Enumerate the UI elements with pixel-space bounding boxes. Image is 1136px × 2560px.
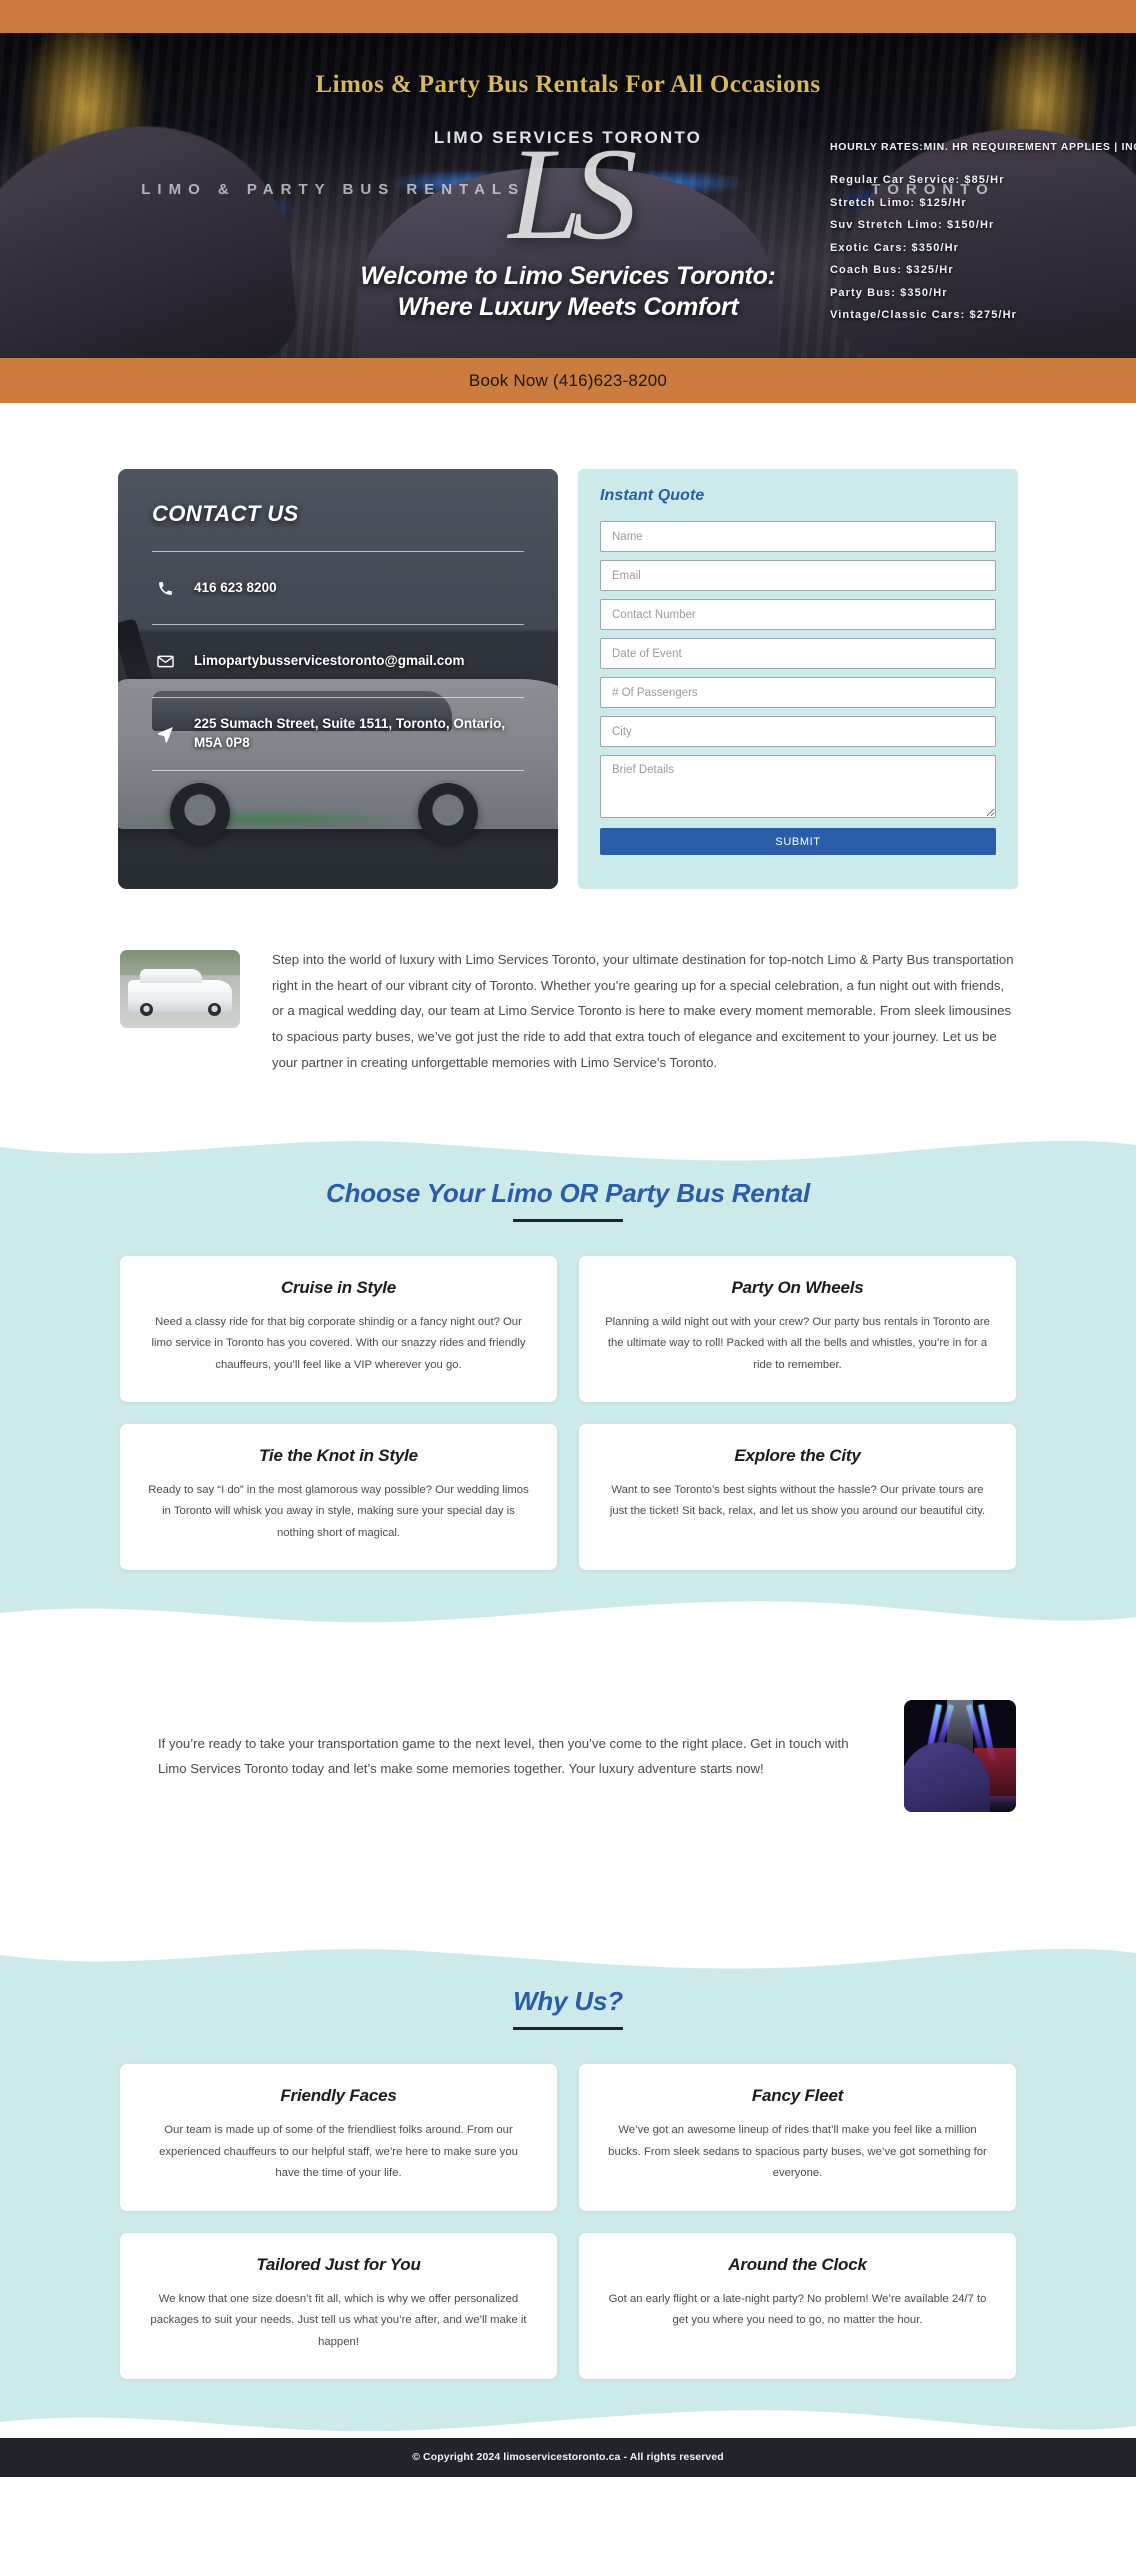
quote-brief-details-textarea[interactable]	[600, 755, 996, 818]
choose-rental-section: Choose Your Limo OR Party Bus Rental Cru…	[0, 1132, 1136, 1630]
why-us-card-title: Fancy Fleet	[751, 2086, 844, 2106]
quote-email-input[interactable]	[600, 560, 996, 591]
site-footer: © Copyright 2024 limoservicestoronto.ca …	[0, 2437, 1136, 2478]
phone-icon	[152, 580, 178, 597]
why-us-card: Around the Clock Got an early flight or …	[579, 2232, 1016, 2380]
copyright-text: © Copyright 2024 limoservicestoronto.ca …	[412, 2451, 724, 2464]
rate-item: Regular Car Service: $85/Hr	[830, 174, 1005, 186]
wave-bottom-divider	[0, 1591, 1136, 1630]
quote-date-of-event-input[interactable]	[600, 638, 996, 669]
cta-paragraph: If you’re ready to take your transportat…	[158, 1735, 849, 1777]
why-us-section: Why Us? Friendly Faces Our team is made …	[0, 1941, 1136, 2439]
white-stretch-limo-image	[120, 950, 240, 1028]
why-us-card: Tailored Just for You We know that one s…	[120, 2232, 557, 2380]
hourly-rates-panel: HOURLY RATES:MIN. HR REQUIREMENT APPLIES…	[816, 141, 1136, 332]
why-us-card-body: We’ve got an awesome lineup of rides tha…	[608, 2124, 987, 2180]
contact-and-quote-section: CONTACT US 416 623 8200 Limopartybusserv…	[0, 403, 1136, 889]
rate-item: Party Bus: $350/Hr	[830, 286, 948, 299]
wheel-decor	[208, 1003, 221, 1016]
book-now-label: Book Now (416)623-8200	[468, 370, 668, 390]
contact-us-title: CONTACT US	[152, 501, 299, 526]
contact-divider	[152, 770, 524, 771]
contact-phone-value: 416 623 8200	[194, 579, 277, 595]
hero-banner: Limos & Party Bus Rentals For All Occasi…	[0, 33, 1136, 358]
contact-email-value: Limopartybusservicestoronto@gmail.com	[194, 652, 465, 668]
choose-rental-card-grid: Cruise in Style Need a classy ride for t…	[0, 1222, 1136, 1571]
contact-us-card: CONTACT US 416 623 8200 Limopartybusserv…	[118, 469, 558, 889]
why-us-card-body: We know that one size doesn’t fit all, w…	[150, 2292, 527, 2348]
why-us-card-body: Our team is made up of some of the frien…	[159, 2124, 518, 2180]
choose-card: Explore the City Want to see Toronto’s b…	[579, 1424, 1016, 1571]
envelope-icon	[152, 652, 178, 671]
quote-submit-button[interactable]: SUBMIT	[600, 828, 996, 855]
intro-paragraph: Step into the world of luxury with Limo …	[272, 952, 1014, 1070]
party-bus-interior-image	[904, 1700, 1016, 1813]
book-now-bar[interactable]: Book Now (416)623-8200	[0, 358, 1136, 403]
rate-item: Vintage/Classic Cars: $275/Hr	[830, 309, 1018, 321]
contact-address-value: 225 Sumach Street, Suite 1511, Toronto, …	[194, 716, 506, 750]
hero-tagline: Limos & Party Bus Rentals For All Occasi…	[315, 71, 821, 98]
why-us-card-title: Around the Clock	[728, 2254, 867, 2274]
why-us-card: Friendly Faces Our team is made up of so…	[120, 2064, 557, 2211]
why-us-card-title: Tailored Just for You	[256, 2254, 421, 2274]
choose-card-title: Explore the City	[734, 1446, 861, 1466]
quote-contact-number-input[interactable]	[600, 599, 996, 630]
why-us-card-title: Friendly Faces	[280, 2086, 397, 2106]
wave-top-divider	[0, 1941, 1136, 1980]
why-us-card: Fancy Fleet We’ve got an awesome lineup …	[579, 2064, 1016, 2211]
quote-passengers-input[interactable]	[600, 677, 996, 708]
contact-card-content: CONTACT US 416 623 8200 Limopartybusserv…	[118, 469, 558, 889]
quote-city-input[interactable]	[600, 716, 996, 747]
cta-section: If you’re ready to take your transportat…	[0, 1628, 1136, 1885]
rate-item: Coach Bus: $325/Hr	[830, 264, 954, 276]
contact-email-row[interactable]: Limopartybusservicestoronto@gmail.com	[152, 625, 524, 697]
rates-heading: HOURLY RATES:MIN. HR REQUIREMENT APPLIES…	[830, 141, 1136, 153]
choose-card-title: Cruise in Style	[280, 1277, 397, 1297]
why-us-title: Why Us?	[513, 1986, 623, 2017]
choose-card: Cruise in Style Need a classy ride for t…	[120, 1255, 557, 1403]
choose-card-body: Want to see Toronto’s best sights withou…	[609, 1484, 986, 1518]
rate-item: Suv Stretch Limo: $150/Hr	[830, 219, 995, 231]
hero-subbrand-left: LIMO & PARTY BUS RENTALS	[141, 181, 526, 198]
instant-quote-title: Instant Quote	[600, 487, 705, 504]
location-arrow-icon	[152, 725, 178, 744]
choose-rental-title: Choose Your Limo OR Party Bus Rental	[326, 1177, 810, 1208]
rate-item: Exotic Cars: $350/Hr	[830, 241, 959, 254]
choose-card-body: Planning a wild night out with your crew…	[605, 1315, 990, 1371]
choose-card: Party On Wheels Planning a wild night ou…	[579, 1255, 1016, 1403]
why-us-card-body: Got an early flight or a late-night part…	[608, 2292, 987, 2327]
instant-quote-card: Instant Quote SUBMIT	[578, 469, 1018, 889]
choose-card-body: Ready to say “I do” in the most glamorou…	[148, 1484, 529, 1539]
why-us-card-grid: Friendly Faces Our team is made up of so…	[0, 2030, 1136, 2380]
contact-phone-row[interactable]: 416 623 8200	[152, 552, 524, 624]
choose-card-body: Need a classy ride for that big corporat…	[151, 1315, 526, 1371]
wave-top-divider	[0, 1132, 1136, 1171]
choose-card-title: Party On Wheels	[731, 1277, 864, 1297]
choose-card: Tie the Knot in Style Ready to say “I do…	[120, 1424, 557, 1571]
wheel-decor	[140, 1003, 153, 1016]
rate-item: Stretch Limo: $125/Hr	[830, 196, 967, 209]
intro-section: Step into the world of luxury with Limo …	[0, 889, 1136, 1076]
choose-card-title: Tie the Knot in Style	[259, 1446, 418, 1466]
quote-name-input[interactable]	[600, 521, 996, 552]
wave-bottom-divider	[0, 2400, 1136, 2439]
top-accent-bar	[0, 0, 1136, 33]
contact-address-row[interactable]: 225 Sumach Street, Suite 1511, Toronto, …	[152, 698, 524, 770]
